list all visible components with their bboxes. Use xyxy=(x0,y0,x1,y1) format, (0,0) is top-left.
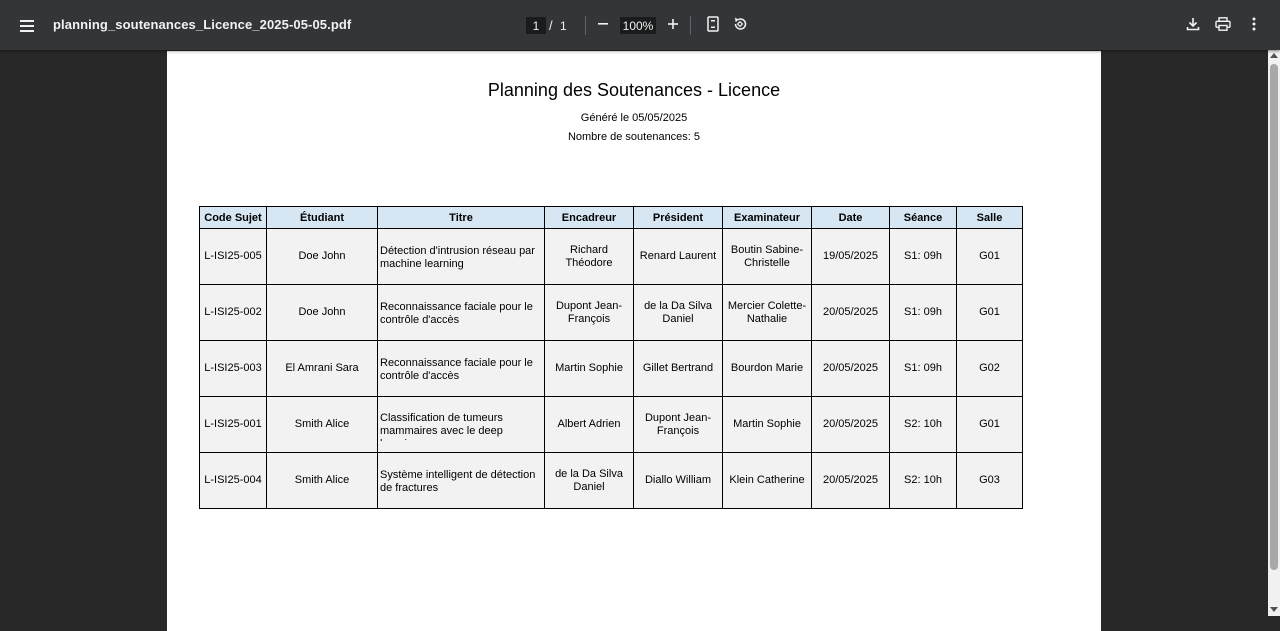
scroll-up-arrow-icon[interactable] xyxy=(1270,53,1278,58)
toolbar-divider xyxy=(585,16,586,35)
cell-title-text: Détection d'intrusion réseau par machine… xyxy=(380,245,535,270)
cell-room: G02 xyxy=(956,340,1023,397)
cell-supervisor: Albert Adrien xyxy=(544,396,634,453)
zoom-in-button[interactable] xyxy=(660,13,686,39)
vertical-scrollbar[interactable] xyxy=(1268,50,1280,616)
page-separator: / xyxy=(549,18,553,33)
cell-supervisor: de la Da Silva Daniel xyxy=(544,452,634,509)
column-header-code: Code Sujet xyxy=(199,206,267,229)
cell-code: L-ISI25-001 xyxy=(199,396,267,453)
fit-to-page-icon xyxy=(706,15,720,37)
fit-to-page-button[interactable] xyxy=(700,13,726,39)
cell-session: S2: 10h xyxy=(889,396,957,453)
zoom-out-button[interactable] xyxy=(590,13,616,39)
cell-title-text: Reconnaissance faciale pour le contrôle … xyxy=(380,301,533,326)
minus-icon xyxy=(597,17,609,35)
zoom-level-input[interactable] xyxy=(620,17,656,34)
cell-room: G01 xyxy=(956,228,1023,285)
column-header-supervisor: Encadreur xyxy=(544,206,634,229)
cell-title: Classification de tumeurs mammaires avec… xyxy=(377,396,545,453)
rotate-button[interactable] xyxy=(727,13,753,39)
more-vert-icon xyxy=(1252,17,1256,36)
cell-code: L-ISI25-002 xyxy=(199,284,267,341)
cell-title: Reconnaissance faciale pour le contrôle … xyxy=(377,284,545,341)
table-row: L-ISI25-005 Doe John Détection d'intrusi… xyxy=(199,228,1023,285)
cell-room: G01 xyxy=(956,284,1023,341)
pdf-toolbar: planning_soutenances_Licence_2025-05-05.… xyxy=(0,0,1280,50)
toolbar-divider xyxy=(690,16,691,35)
document-title: Planning des Soutenances - Licence xyxy=(487,80,781,100)
cell-code: L-ISI25-003 xyxy=(199,340,267,397)
cell-student: El Amrani Sara xyxy=(266,340,378,397)
defense-schedule-table: Code Sujet Étudiant Titre Encadreur Prés… xyxy=(199,206,1023,509)
cell-president: Renard Laurent xyxy=(633,228,723,285)
cell-title: Détection d'intrusion réseau par machine… xyxy=(377,228,545,285)
cell-room: G01 xyxy=(956,396,1023,453)
cell-president: Gillet Bertrand xyxy=(633,340,723,397)
cell-title-text: Système intelligent de détection de frac… xyxy=(380,469,536,494)
cell-date: 20/05/2025 xyxy=(811,452,890,509)
table-row: L-ISI25-003 El Amrani Sara Reconnaissanc… xyxy=(199,340,1023,397)
cell-title: Reconnaissance faciale pour le contrôle … xyxy=(377,340,545,397)
cell-examiner: Bourdon Marie xyxy=(722,340,812,397)
cell-president: Dupont Jean-François xyxy=(633,396,723,453)
cell-president: Diallo William xyxy=(633,452,723,509)
page-total: 1 xyxy=(560,19,567,33)
print-icon xyxy=(1215,16,1231,36)
download-button[interactable] xyxy=(1180,13,1206,39)
cell-code: L-ISI25-004 xyxy=(199,452,267,509)
cell-supervisor: Dupont Jean-François xyxy=(544,284,634,341)
cell-date: 20/05/2025 xyxy=(811,340,890,397)
download-icon xyxy=(1186,17,1200,36)
cell-examiner: Klein Catherine xyxy=(722,452,812,509)
pdf-page: Planning des Soutenances - Licence Génér… xyxy=(167,51,1101,631)
column-header-date: Date xyxy=(811,206,890,229)
cell-room: G03 xyxy=(956,452,1023,509)
cell-student: Smith Alice xyxy=(266,396,378,453)
cell-session: S2: 10h xyxy=(889,452,957,509)
menu-icon[interactable] xyxy=(14,13,40,39)
cell-president: de la Da Silva Daniel xyxy=(633,284,723,341)
cell-examiner: Boutin Sabine-Christelle xyxy=(722,228,812,285)
print-button[interactable] xyxy=(1210,13,1236,39)
table-header-row: Code Sujet Étudiant Titre Encadreur Prés… xyxy=(199,206,1023,229)
cell-title-text: Classification de tumeurs mammaires avec… xyxy=(380,411,503,441)
cell-examiner: Martin Sophie xyxy=(722,396,812,453)
cell-date: 20/05/2025 xyxy=(811,396,890,453)
column-header-president: Président xyxy=(633,206,723,229)
scrollbar-thumb[interactable] xyxy=(1270,64,1278,570)
cell-title-text: Reconnaissance faciale pour le contrôle … xyxy=(380,357,533,382)
cell-examiner: Mercier Colette-Nathalie xyxy=(722,284,812,341)
cell-session: S1: 09h xyxy=(889,340,957,397)
column-header-session: Séance xyxy=(889,206,957,229)
defense-count: Nombre de soutenances: 5 xyxy=(567,131,701,143)
table-row: L-ISI25-002 Doe John Reconnaissance faci… xyxy=(199,284,1023,341)
cell-date: 19/05/2025 xyxy=(811,228,890,285)
cell-code: L-ISI25-005 xyxy=(199,228,267,285)
column-header-title: Titre xyxy=(377,206,545,229)
cell-supervisor: Richard Théodore xyxy=(544,228,634,285)
cell-date: 20/05/2025 xyxy=(811,284,890,341)
page-number-input[interactable] xyxy=(526,17,546,34)
column-header-examiner: Examinateur xyxy=(722,206,812,229)
table-row: L-ISI25-004 Smith Alice Système intellig… xyxy=(199,452,1023,509)
rotate-icon xyxy=(732,16,748,37)
cell-student: Doe John xyxy=(266,228,378,285)
cell-session: S1: 09h xyxy=(889,284,957,341)
cell-student: Smith Alice xyxy=(266,452,378,509)
generated-date: Généré le 05/05/2025 xyxy=(580,112,688,124)
column-header-student: Étudiant xyxy=(266,206,378,229)
scroll-down-arrow-icon[interactable] xyxy=(1270,607,1278,612)
document-filename: planning_soutenances_Licence_2025-05-05.… xyxy=(53,17,352,32)
more-options-button[interactable] xyxy=(1241,13,1267,39)
cell-session: S1: 09h xyxy=(889,228,957,285)
column-header-room: Salle xyxy=(956,206,1023,229)
table-row: L-ISI25-001 Smith Alice Classification d… xyxy=(199,396,1023,453)
cell-student: Doe John xyxy=(266,284,378,341)
plus-icon xyxy=(667,17,679,35)
cell-title: Système intelligent de détection de frac… xyxy=(377,452,545,509)
cell-supervisor: Martin Sophie xyxy=(544,340,634,397)
